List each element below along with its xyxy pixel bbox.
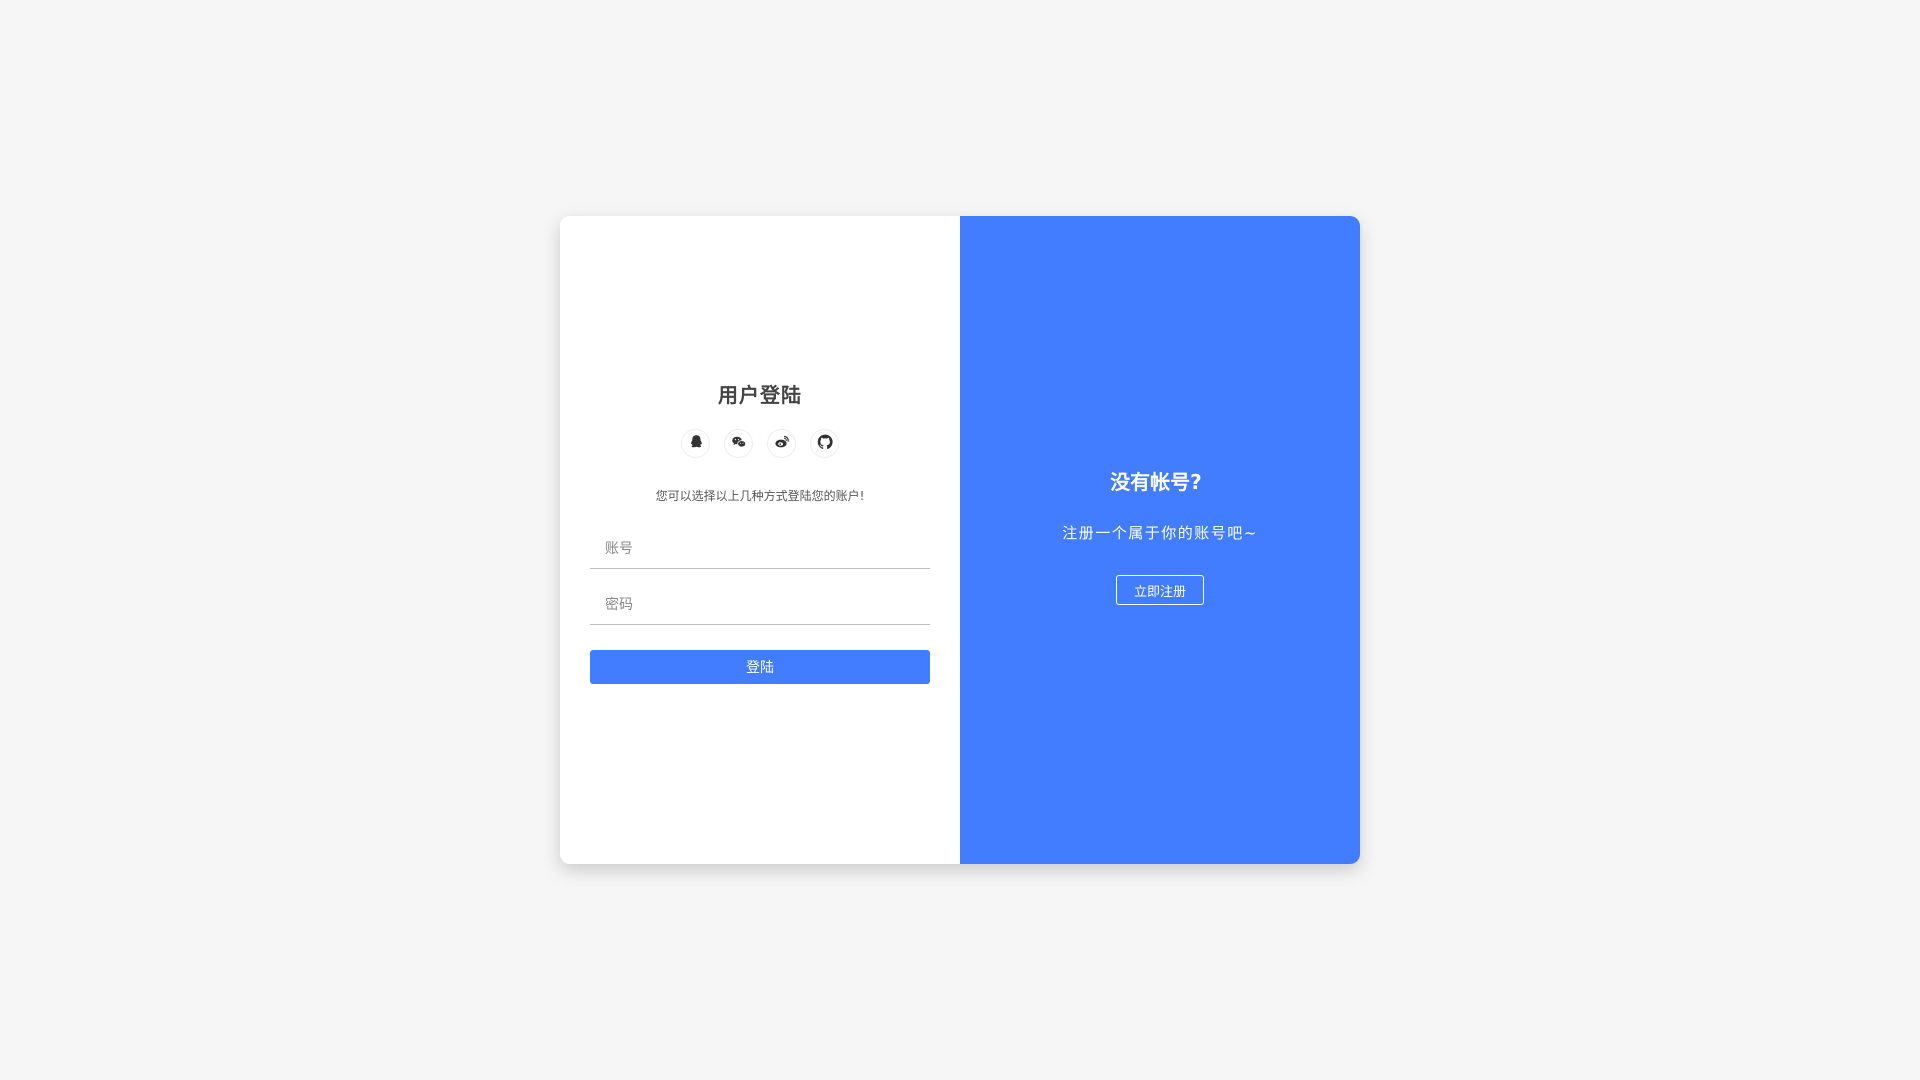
qq-login-button[interactable] [681,429,710,458]
account-input[interactable] [590,529,930,569]
wechat-icon [731,434,747,454]
github-icon [817,434,833,454]
register-title: 没有帐号? [1110,470,1202,494]
social-login-group [560,429,960,458]
wechat-login-button[interactable] [724,429,753,458]
login-panel: 用户登陆 您可以选择以上几种方式登陆您的账户! 账号 登陆 [560,216,960,864]
auth-card: 用户登陆 您可以选择以上几种方式登陆您的账户! 账号 登陆 没有帐号? 注册一个… [560,216,1360,864]
register-subtitle: 注册一个属于你的账号吧~ [1062,524,1258,542]
register-button[interactable]: 立即注册 [1116,575,1204,605]
register-panel: 没有帐号? 注册一个属于你的账号吧~ 立即注册 [960,216,1360,864]
login-title: 用户登陆 [718,383,802,407]
weibo-login-button[interactable] [767,429,796,458]
weibo-icon [774,434,790,454]
login-button[interactable]: 登陆 [590,650,930,684]
qq-icon [688,434,704,454]
login-hint: 您可以选择以上几种方式登陆您的账户! [655,489,865,503]
password-input[interactable] [590,585,930,625]
github-login-button[interactable] [810,429,839,458]
